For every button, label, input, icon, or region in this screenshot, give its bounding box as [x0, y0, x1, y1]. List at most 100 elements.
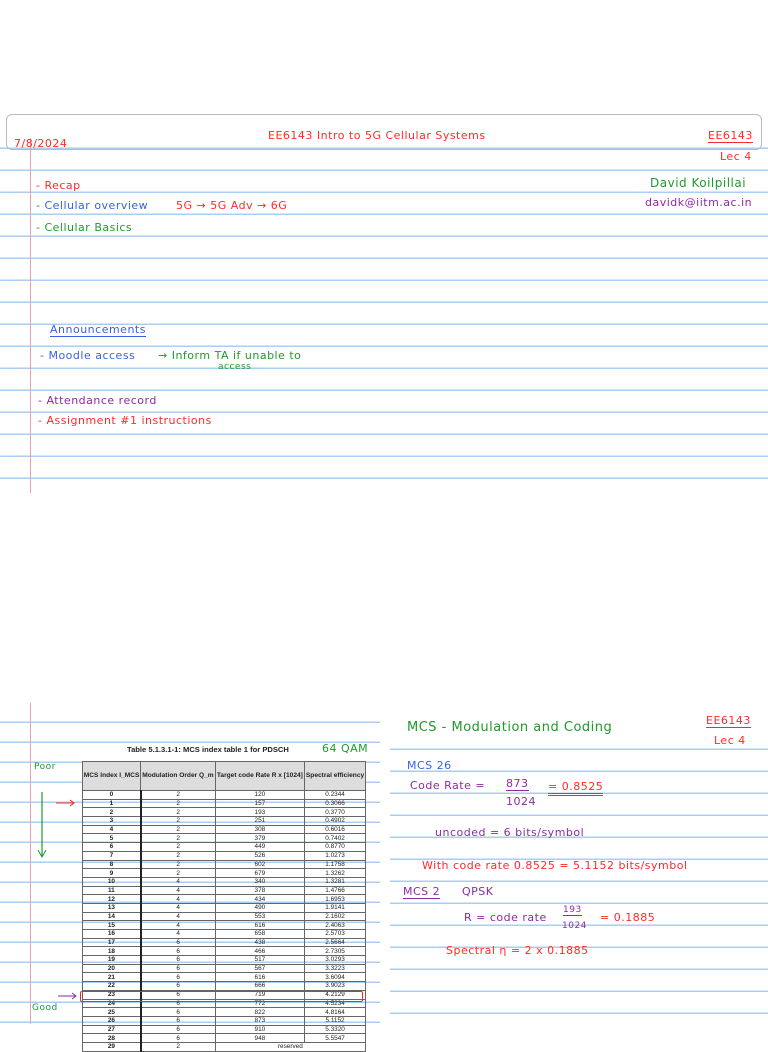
table-cell: 2	[140, 842, 216, 852]
table-row: 16 4 658 2.5703	[81, 929, 366, 939]
code-rate-label: Code Rate =	[410, 779, 486, 792]
table-row: 28 6 948 5.5547	[81, 1033, 366, 1043]
table-cell: 378	[214, 885, 306, 896]
table-cell: 4	[140, 885, 216, 896]
table-cell: 9	[81, 868, 142, 878]
r-result: = 0.1885	[600, 911, 656, 924]
table-row: 21 6 616 3.6094	[81, 972, 366, 983]
r-code-rate-label: R = code rate	[464, 911, 547, 924]
table-row: 3 2 251 0.4902	[81, 816, 366, 826]
mcs26-label: MCS 26	[407, 759, 452, 772]
table-cell: 10	[81, 876, 142, 887]
table-cell: 1.6953	[304, 894, 366, 904]
table-cell: 438	[214, 937, 306, 948]
table-cell: 910	[214, 1024, 306, 1035]
table-cell: 567	[214, 963, 306, 974]
down-arrow-icon	[37, 792, 47, 859]
table-cell: 17	[81, 937, 142, 948]
agenda-overview: - Cellular overview	[36, 199, 149, 212]
table-row: 17 6 438 2.5664	[81, 937, 366, 948]
table-header-cell: Modulation Order Q_m	[140, 761, 216, 791]
table-cell: 28	[81, 1033, 142, 1043]
table-cell: 7	[81, 850, 142, 861]
table-row: 10 4 340 1.3281	[81, 876, 366, 887]
table-cell: 490	[214, 902, 306, 913]
table-cell: 517	[214, 955, 306, 965]
table-cell: 6	[140, 1033, 216, 1043]
table-row: 29 2 reserved	[81, 1041, 367, 1052]
table-row: 22 6 666 3.9023	[81, 981, 366, 991]
evolution-path: 5G → 5G Adv → 6G	[176, 199, 288, 212]
table-cell: 0.3066	[304, 798, 366, 809]
table-cell: 2	[140, 790, 216, 800]
date: 7/8/2024	[14, 137, 68, 150]
table-cell: 18	[81, 946, 142, 957]
table-cell: 4	[140, 894, 216, 904]
table-cell: 602	[214, 859, 306, 870]
table-cell: 6	[140, 1024, 216, 1035]
table-cell: 21	[81, 972, 142, 983]
lecture-title: EE6143 Intro to 5G Cellular Systems	[268, 129, 486, 142]
qpsk-label: QPSK	[462, 885, 494, 898]
table-cell: 20	[81, 963, 142, 974]
table-cell: 4	[140, 929, 216, 939]
table-cell: 3.6094	[304, 972, 366, 983]
table-header-cell: MCS Index I_MCS	[81, 761, 142, 791]
table-row: 6 2 449 0.8770	[81, 842, 366, 852]
table-cell: 14	[81, 911, 142, 922]
table-cell: 12	[81, 894, 142, 904]
table-cell: 4	[140, 902, 216, 913]
table-cell: 379	[214, 833, 306, 844]
course-code: EE6143	[708, 129, 753, 143]
table-cell: 526	[214, 850, 306, 861]
table-row: 5 2 379 0.7402	[81, 833, 366, 844]
table-row: 19 6 517 3.0293	[81, 955, 366, 965]
mcs26-highlight	[80, 991, 363, 1002]
table-cell: 3.0293	[304, 955, 366, 965]
table-cell: 666	[214, 981, 306, 991]
table-cell: 8	[81, 859, 142, 870]
table-cell: 3.9023	[304, 981, 366, 991]
table-caption: Table 5.1.3.1-1: MCS index table 1 for P…	[127, 745, 289, 754]
table-cell: 616	[214, 920, 306, 930]
table-cell: 308	[214, 824, 306, 835]
instructor-name: David Koilpillai	[650, 176, 747, 190]
code-rate-result: = 0.8525	[548, 780, 604, 796]
table-row: 4 2 308 0.6016	[81, 824, 366, 835]
table-cell: 2	[140, 859, 216, 870]
table-cell: 29	[81, 1041, 142, 1052]
table-cell: 25	[81, 1007, 142, 1017]
table-cell: 2.5703	[304, 929, 366, 939]
table-cell: reserved	[214, 1041, 367, 1052]
table-cell: 4.8164	[304, 1007, 366, 1017]
table-cell: 449	[214, 842, 306, 852]
table-cell: 1.9141	[304, 902, 366, 913]
table-row: 15 4 616 2.4063	[81, 920, 366, 930]
table-cell: 658	[214, 929, 306, 939]
table-cell: 4	[140, 876, 216, 887]
mcs-index-table: MCS Index I_MCS Modulation Order Q_m Targe…	[81, 761, 367, 1052]
fraction-den-1: 1024	[506, 795, 536, 808]
mcs2-label: MCS 2	[403, 885, 441, 899]
table-cell: 6	[140, 963, 216, 974]
fraction-num-2: 193	[563, 905, 582, 916]
table-cell: 6	[140, 981, 216, 991]
table-cell: 948	[214, 1033, 306, 1043]
table-cell: 340	[214, 876, 306, 887]
table-cell: 2	[140, 816, 216, 826]
table-cell: 616	[214, 972, 306, 983]
lecture-number: Lec 4	[720, 150, 752, 163]
table-cell: 251	[214, 816, 306, 826]
table-cell: 6	[140, 937, 216, 948]
table-cell: 6	[140, 955, 216, 965]
fraction-num-1: 873	[506, 777, 529, 791]
course-code-2: EE6143	[706, 714, 751, 728]
table-row: 25 6 822 4.8164	[81, 1007, 366, 1017]
table-cell: 6	[140, 972, 216, 983]
table-cell: 3.3223	[304, 963, 366, 974]
table-cell: 0.6016	[304, 824, 366, 835]
table-cell: 0.2344	[304, 790, 366, 800]
table-cell: 6	[140, 1007, 216, 1017]
table-cell: 2	[140, 833, 216, 844]
table-cell: 2.5664	[304, 937, 366, 948]
